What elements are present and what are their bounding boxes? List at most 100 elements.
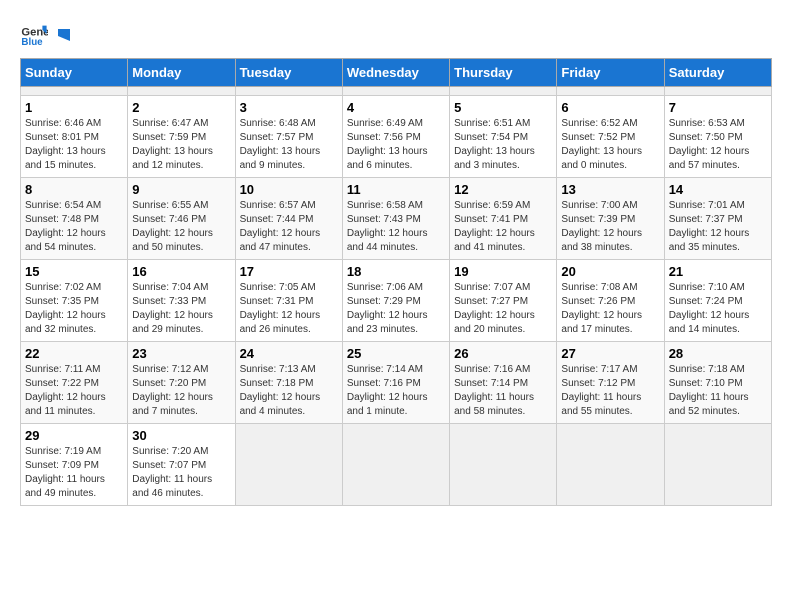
- day-cell: [21, 87, 128, 96]
- day-info: Sunrise: 7:13 AM Sunset: 7:18 PM Dayligh…: [240, 363, 338, 419]
- day-cell: 27Sunrise: 7:17 AM Sunset: 7:12 PM Dayli…: [557, 342, 664, 424]
- day-cell: 15 Sunrise: 7:02 AM Sunset: 7:35 PM Dayli…: [21, 260, 128, 342]
- weekday-header-thursday: Thursday: [450, 59, 557, 87]
- day-info: Sunrise: 6:53 AM Sunset: 7:50 PM Dayligh…: [669, 117, 767, 173]
- day-info: Sunrise: 7:14 AM Sunset: 7:16 PM Dayligh…: [347, 363, 445, 419]
- day-info: Sunrise: 6:58 AM Sunset: 7:43 PM Dayligh…: [347, 199, 445, 255]
- logo-triangle-icon: [54, 27, 72, 45]
- day-cell: [128, 87, 235, 96]
- day-cell: [342, 87, 449, 96]
- day-cell: 18 Sunrise: 7:06 AM Sunset: 7:29 PM Dayli…: [342, 260, 449, 342]
- day-number: 21: [669, 264, 767, 279]
- day-info: Sunrise: 6:57 AM Sunset: 7:44 PM Dayligh…: [240, 199, 338, 255]
- day-info: Sunrise: 7:01 AM Sunset: 7:37 PM Dayligh…: [669, 199, 767, 255]
- day-cell: 28 Sunrise: 7:18 AM Sunset: 7:10 PM Dayli…: [664, 342, 771, 424]
- day-cell: 16Sunrise: 7:04 AM Sunset: 7:33 PM Dayli…: [128, 260, 235, 342]
- weekday-header-friday: Friday: [557, 59, 664, 87]
- day-number: 24: [240, 346, 338, 361]
- day-number: 30: [132, 428, 230, 443]
- day-info: Sunrise: 7:11 AM Sunset: 7:22 PM Dayligh…: [25, 363, 123, 419]
- svg-text:Blue: Blue: [21, 37, 43, 48]
- day-number: 13: [561, 182, 659, 197]
- day-cell: [664, 87, 771, 96]
- day-cell: 24 Sunrise: 7:13 AM Sunset: 7:18 PM Dayli…: [235, 342, 342, 424]
- week-row-2: 8Sunrise: 6:54 AM Sunset: 7:48 PM Daylig…: [21, 178, 772, 260]
- day-info: Sunrise: 6:55 AM Sunset: 7:46 PM Dayligh…: [132, 199, 230, 255]
- day-cell: [557, 87, 664, 96]
- day-cell: 29Sunrise: 7:19 AM Sunset: 7:09 PM Dayli…: [21, 424, 128, 506]
- day-number: 25: [347, 346, 445, 361]
- day-number: 20: [561, 264, 659, 279]
- week-row-3: 15 Sunrise: 7:02 AM Sunset: 7:35 PM Dayli…: [21, 260, 772, 342]
- day-info: Sunrise: 7:19 AM Sunset: 7:09 PM Dayligh…: [25, 445, 123, 501]
- day-info: Sunrise: 7:00 AM Sunset: 7:39 PM Dayligh…: [561, 199, 659, 255]
- day-number: 10: [240, 182, 338, 197]
- day-cell: 23Sunrise: 7:12 AM Sunset: 7:20 PM Dayli…: [128, 342, 235, 424]
- day-cell: 19Sunrise: 7:07 AM Sunset: 7:27 PM Dayli…: [450, 260, 557, 342]
- day-info: Sunrise: 6:59 AM Sunset: 7:41 PM Dayligh…: [454, 199, 552, 255]
- day-info: Sunrise: 6:52 AM Sunset: 7:52 PM Dayligh…: [561, 117, 659, 173]
- day-info: Sunrise: 6:51 AM Sunset: 7:54 PM Dayligh…: [454, 117, 552, 173]
- day-number: 22: [25, 346, 123, 361]
- logo: General Blue: [20, 20, 72, 48]
- day-info: Sunrise: 7:07 AM Sunset: 7:27 PM Dayligh…: [454, 281, 552, 337]
- day-number: 5: [454, 100, 552, 115]
- day-cell: [557, 424, 664, 506]
- day-cell: 4Sunrise: 6:49 AM Sunset: 7:56 PM Daylig…: [342, 96, 449, 178]
- day-info: Sunrise: 7:06 AM Sunset: 7:29 PM Dayligh…: [347, 281, 445, 337]
- day-info: Sunrise: 7:18 AM Sunset: 7:10 PM Dayligh…: [669, 363, 767, 419]
- day-cell: 22 Sunrise: 7:11 AM Sunset: 7:22 PM Dayli…: [21, 342, 128, 424]
- week-row-0: [21, 87, 772, 96]
- logo-icon: General Blue: [20, 20, 48, 48]
- day-cell: 3 Sunrise: 6:48 AM Sunset: 7:57 PM Daylig…: [235, 96, 342, 178]
- day-cell: 12 Sunrise: 6:59 AM Sunset: 7:41 PM Dayli…: [450, 178, 557, 260]
- day-number: 18: [347, 264, 445, 279]
- weekday-header-monday: Monday: [128, 59, 235, 87]
- header: General Blue: [20, 20, 772, 48]
- day-info: Sunrise: 6:54 AM Sunset: 7:48 PM Dayligh…: [25, 199, 123, 255]
- day-cell: 7 Sunrise: 6:53 AM Sunset: 7:50 PM Daylig…: [664, 96, 771, 178]
- day-cell: [235, 87, 342, 96]
- day-cell: 2 Sunrise: 6:47 AM Sunset: 7:59 PM Daylig…: [128, 96, 235, 178]
- day-cell: 9 Sunrise: 6:55 AM Sunset: 7:46 PM Daylig…: [128, 178, 235, 260]
- day-number: 2: [132, 100, 230, 115]
- day-info: Sunrise: 7:08 AM Sunset: 7:26 PM Dayligh…: [561, 281, 659, 337]
- weekday-header-row: SundayMondayTuesdayWednesdayThursdayFrid…: [21, 59, 772, 87]
- day-number: 28: [669, 346, 767, 361]
- day-cell: 8Sunrise: 6:54 AM Sunset: 7:48 PM Daylig…: [21, 178, 128, 260]
- week-row-5: 29Sunrise: 7:19 AM Sunset: 7:09 PM Dayli…: [21, 424, 772, 506]
- day-number: 6: [561, 100, 659, 115]
- day-number: 3: [240, 100, 338, 115]
- day-info: Sunrise: 7:17 AM Sunset: 7:12 PM Dayligh…: [561, 363, 659, 419]
- day-number: 7: [669, 100, 767, 115]
- day-info: Sunrise: 6:48 AM Sunset: 7:57 PM Dayligh…: [240, 117, 338, 173]
- day-info: Sunrise: 6:47 AM Sunset: 7:59 PM Dayligh…: [132, 117, 230, 173]
- day-info: Sunrise: 6:49 AM Sunset: 7:56 PM Dayligh…: [347, 117, 445, 173]
- day-number: 14: [669, 182, 767, 197]
- day-cell: 21 Sunrise: 7:10 AM Sunset: 7:24 PM Dayli…: [664, 260, 771, 342]
- day-cell: 6 Sunrise: 6:52 AM Sunset: 7:52 PM Daylig…: [557, 96, 664, 178]
- calendar-table: SundayMondayTuesdayWednesdayThursdayFrid…: [20, 58, 772, 506]
- day-cell: 5 Sunrise: 6:51 AM Sunset: 7:54 PM Daylig…: [450, 96, 557, 178]
- day-cell: [450, 87, 557, 96]
- day-cell: [450, 424, 557, 506]
- day-number: 11: [347, 182, 445, 197]
- day-cell: 14 Sunrise: 7:01 AM Sunset: 7:37 PM Dayli…: [664, 178, 771, 260]
- day-number: 16: [132, 264, 230, 279]
- day-info: Sunrise: 7:02 AM Sunset: 7:35 PM Dayligh…: [25, 281, 123, 337]
- day-number: 12: [454, 182, 552, 197]
- day-number: 1: [25, 100, 123, 115]
- day-info: Sunrise: 7:05 AM Sunset: 7:31 PM Dayligh…: [240, 281, 338, 337]
- day-info: Sunrise: 7:10 AM Sunset: 7:24 PM Dayligh…: [669, 281, 767, 337]
- day-info: Sunrise: 7:12 AM Sunset: 7:20 PM Dayligh…: [132, 363, 230, 419]
- day-number: 17: [240, 264, 338, 279]
- day-number: 26: [454, 346, 552, 361]
- day-number: 15: [25, 264, 123, 279]
- weekday-header-sunday: Sunday: [21, 59, 128, 87]
- day-cell: 26 Sunrise: 7:16 AM Sunset: 7:14 PM Dayli…: [450, 342, 557, 424]
- day-cell: [342, 424, 449, 506]
- day-cell: 11 Sunrise: 6:58 AM Sunset: 7:43 PM Dayli…: [342, 178, 449, 260]
- day-number: 9: [132, 182, 230, 197]
- day-info: Sunrise: 7:16 AM Sunset: 7:14 PM Dayligh…: [454, 363, 552, 419]
- week-row-4: 22 Sunrise: 7:11 AM Sunset: 7:22 PM Dayli…: [21, 342, 772, 424]
